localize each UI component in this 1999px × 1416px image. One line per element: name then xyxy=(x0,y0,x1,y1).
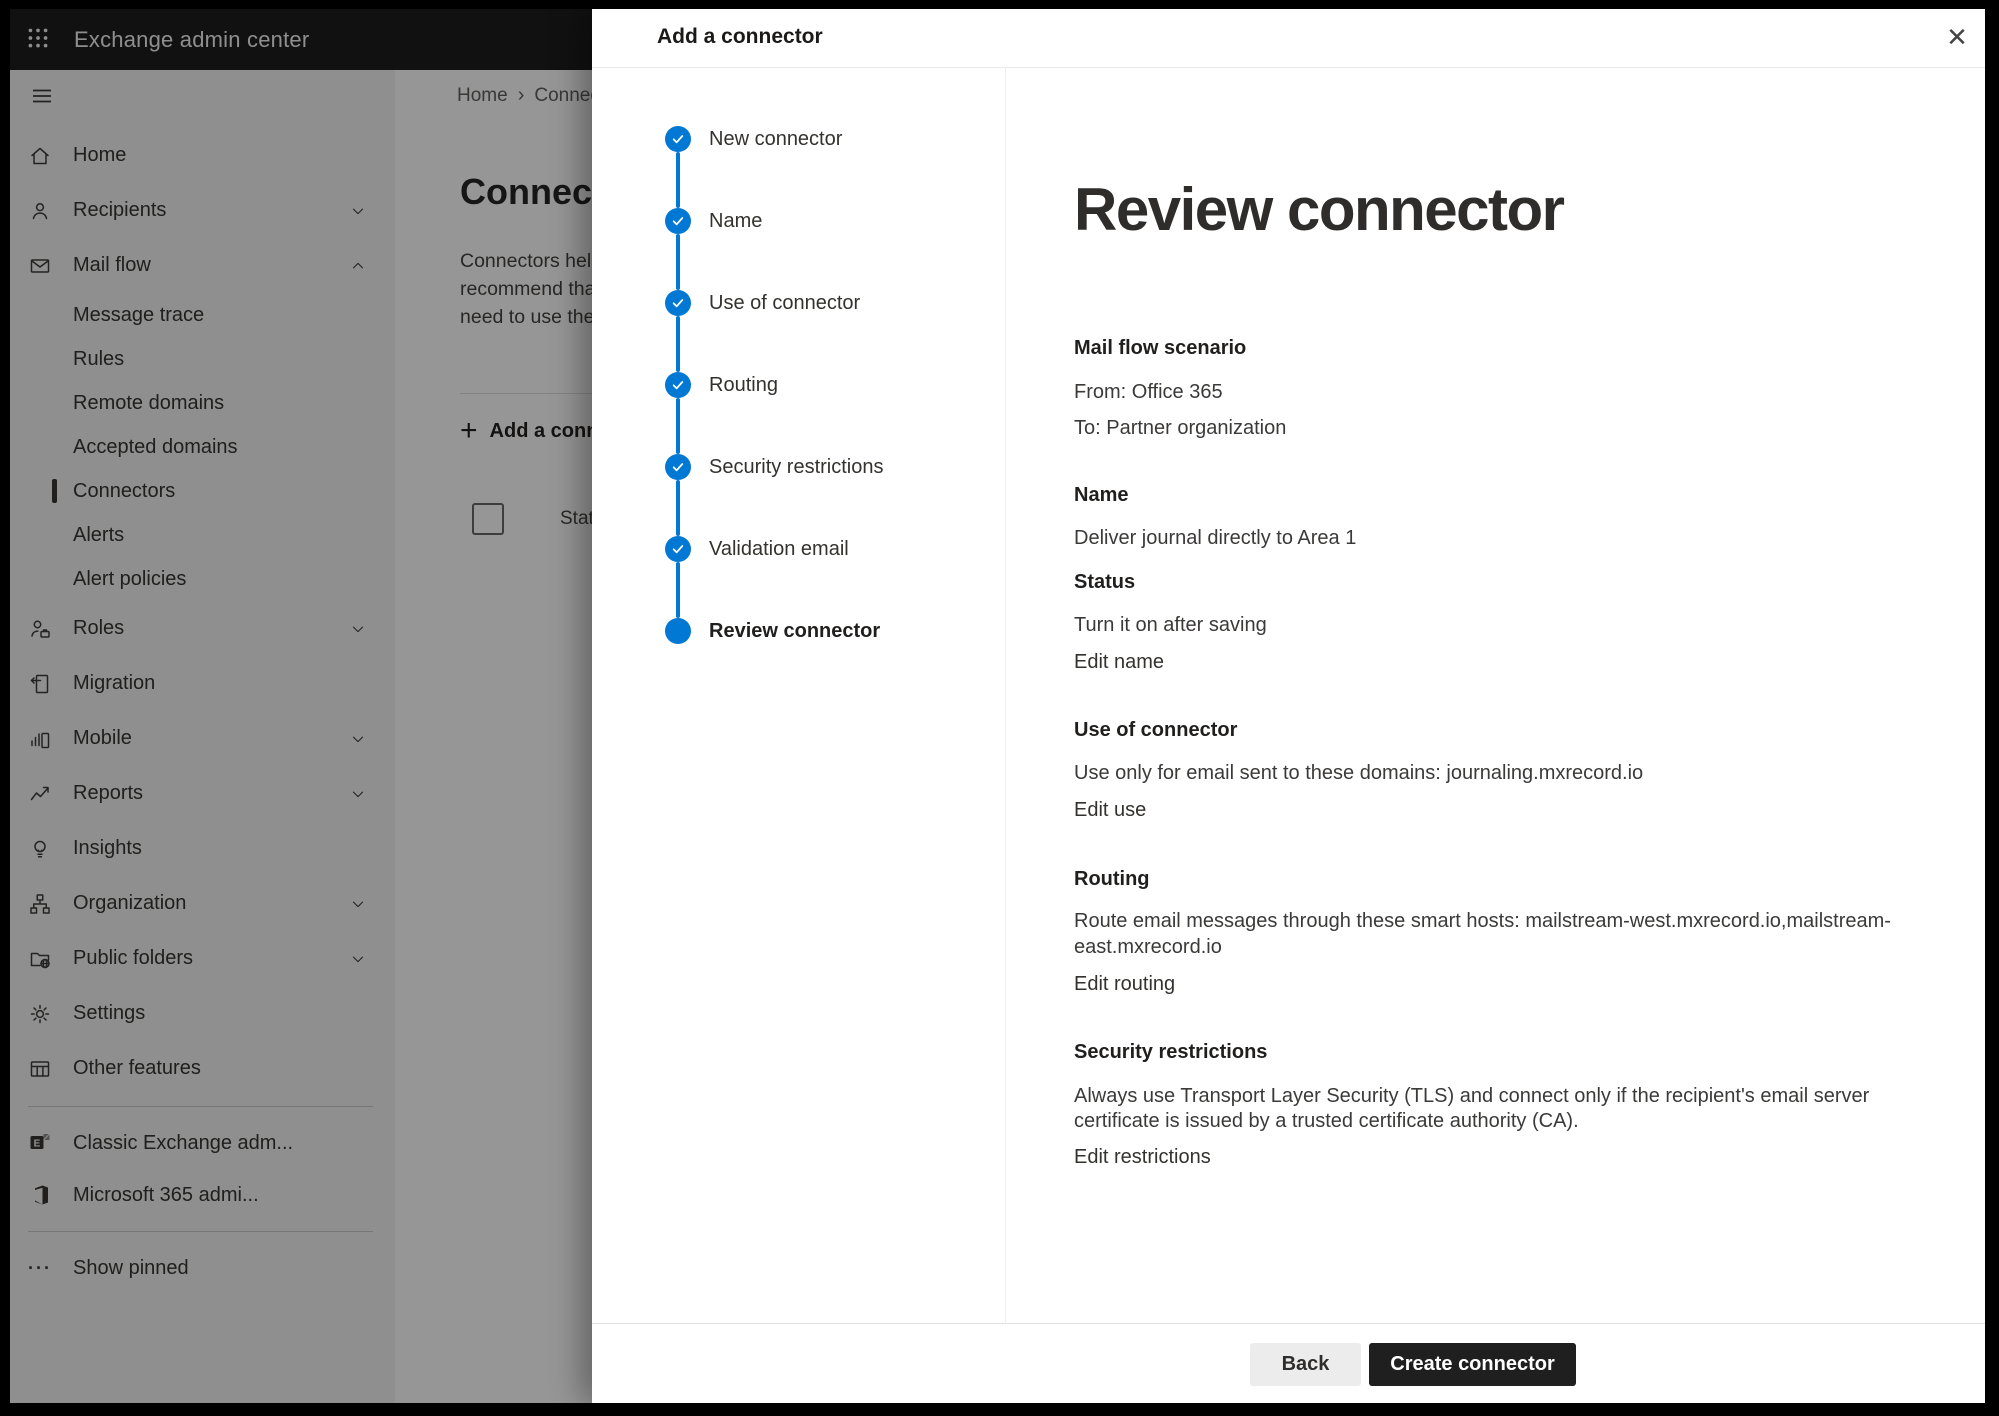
review-heading: Review connector xyxy=(1074,175,1564,244)
step-connector-line xyxy=(676,562,680,618)
step-completed-check-icon xyxy=(665,536,691,562)
wizard-steps: New connector Name Use of connector Routing… xyxy=(592,67,1005,1323)
step-connector-line xyxy=(676,398,680,454)
step-completed-check-icon xyxy=(665,126,691,152)
review-text: From: Office 365 xyxy=(1074,379,1223,405)
review-text: Use only for email sent to these domains… xyxy=(1074,760,1643,786)
wizard-step-label: Validation email xyxy=(709,538,849,561)
dialog-header: Add a connector ✕ xyxy=(592,9,1985,68)
wizard-step-label: Name xyxy=(709,210,762,233)
wizard-step-validation-email[interactable]: Validation email xyxy=(592,536,1005,562)
review-text: Turn it on after saving xyxy=(1074,612,1267,638)
edit-restrictions-link[interactable]: Edit restrictions xyxy=(1074,1144,1211,1170)
review-section-heading: Mail flow scenario xyxy=(1074,335,1246,361)
review-panel xyxy=(1005,67,1985,1323)
review-section-heading: Status xyxy=(1074,569,1135,595)
wizard-step-label: Review connector xyxy=(709,620,880,643)
wizard-step-label: Routing xyxy=(709,374,778,397)
footer-divider xyxy=(592,1323,1985,1324)
step-connector-line xyxy=(676,480,680,536)
close-button[interactable]: ✕ xyxy=(1938,18,1976,56)
wizard-step-review-connector[interactable]: Review connector xyxy=(592,618,1005,644)
step-current-icon xyxy=(665,618,691,644)
edit-routing-link[interactable]: Edit routing xyxy=(1074,971,1175,997)
back-button[interactable]: Back xyxy=(1250,1343,1361,1386)
review-section-heading: Security restrictions xyxy=(1074,1039,1267,1065)
step-completed-check-icon xyxy=(665,454,691,480)
wizard-step-name[interactable]: Name xyxy=(592,208,1005,234)
step-completed-check-icon xyxy=(665,290,691,316)
step-completed-check-icon xyxy=(665,372,691,398)
app-frame: Exchange admin center HomeRecipientsMail… xyxy=(10,9,1985,1403)
review-text: To: Partner organization xyxy=(1074,415,1286,441)
edit-use-link[interactable]: Edit use xyxy=(1074,797,1146,823)
review-text: Deliver journal directly to Area 1 xyxy=(1074,525,1356,551)
edit-name-link[interactable]: Edit name xyxy=(1074,649,1164,675)
wizard-step-new-connector[interactable]: New connector xyxy=(592,126,1005,152)
review-text: Always use Transport Layer Security (TLS… xyxy=(1074,1083,1869,1109)
review-text: certificate is issued by a trusted certi… xyxy=(1074,1108,1579,1134)
step-connector-line xyxy=(676,316,680,372)
wizard-step-routing[interactable]: Routing xyxy=(592,372,1005,398)
step-completed-check-icon xyxy=(665,208,691,234)
review-section-heading: Name xyxy=(1074,482,1128,508)
wizard-step-label: Security restrictions xyxy=(709,456,884,479)
wizard-step-use-of-connector[interactable]: Use of connector xyxy=(592,290,1005,316)
review-section-heading: Use of connector xyxy=(1074,717,1237,743)
create-connector-button[interactable]: Create connector xyxy=(1369,1343,1576,1386)
step-connector-line xyxy=(676,234,680,290)
review-section-heading: Routing xyxy=(1074,866,1150,892)
wizard-step-security-restrictions[interactable]: Security restrictions xyxy=(592,454,1005,480)
add-connector-dialog: Add a connector ✕ New connector Name Use o… xyxy=(592,9,1985,1403)
step-connector-line xyxy=(676,152,680,208)
close-icon: ✕ xyxy=(1946,24,1968,50)
review-text: east.mxrecord.io xyxy=(1074,934,1222,960)
wizard-step-label: Use of connector xyxy=(709,292,860,315)
dialog-title: Add a connector xyxy=(657,25,823,49)
review-text: Route email messages through these smart… xyxy=(1074,908,1891,934)
wizard-step-label: New connector xyxy=(709,128,842,151)
